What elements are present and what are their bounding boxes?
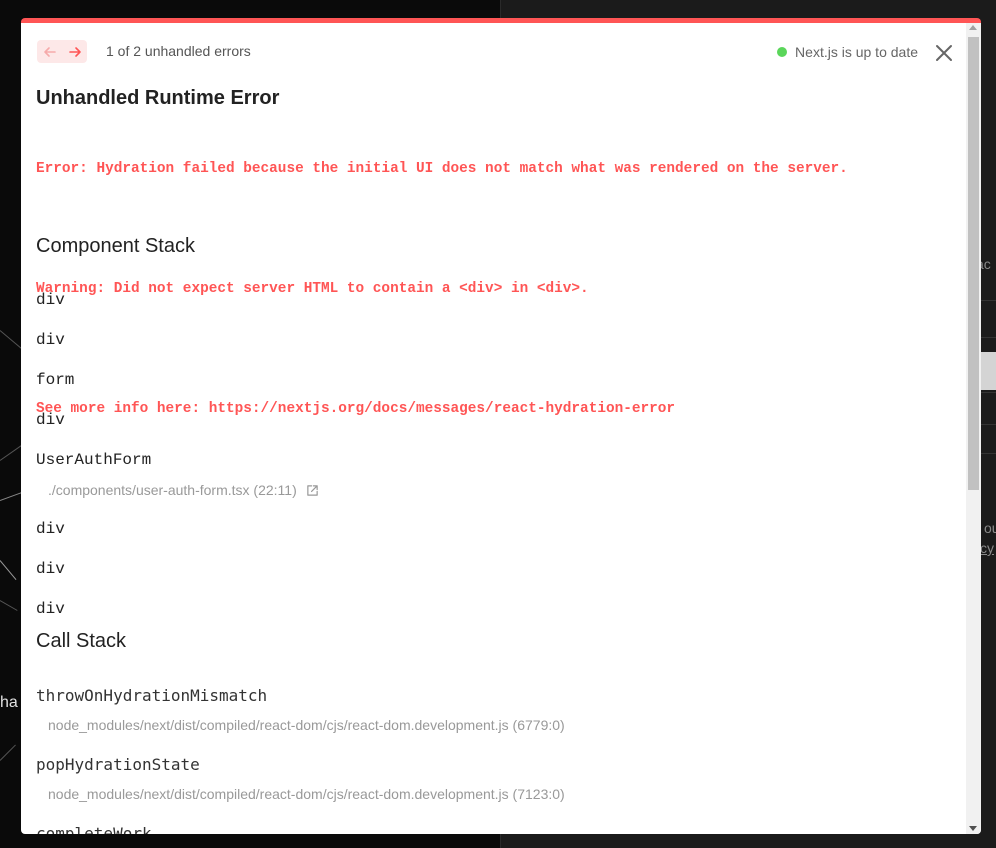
- call-stack-function: completeWork: [36, 824, 152, 834]
- component-source-location: ./components/user-auth-form.tsx (22:11): [48, 482, 297, 498]
- error-message-line: Error: Hydration failed because the init…: [36, 161, 848, 177]
- component-frame: form: [36, 371, 75, 389]
- background-decoration: [0, 744, 16, 761]
- external-link-icon[interactable]: [306, 484, 319, 497]
- component-frame: div: [36, 411, 65, 429]
- error-pagination: [37, 40, 87, 63]
- version-status: Next.js is up to date: [777, 44, 918, 60]
- component-frame: div: [36, 520, 65, 538]
- error-count-label: 1 of 2 unhandled errors: [106, 43, 251, 59]
- error-overlay-dialog: 1 of 2 unhandled errors Next.js is up to…: [21, 18, 981, 834]
- component-frame: div: [36, 291, 65, 309]
- component-frame: div: [36, 331, 65, 349]
- component-stack-heading: Component Stack: [36, 235, 195, 257]
- scroll-down-arrow-icon[interactable]: [969, 826, 977, 831]
- background-decoration: [0, 560, 17, 580]
- version-status-label: Next.js is up to date: [795, 44, 918, 60]
- call-stack-function: popHydrationState: [36, 755, 200, 774]
- error-title: Unhandled Runtime Error: [36, 87, 280, 109]
- component-frame: div: [36, 600, 65, 618]
- call-stack-function: throwOnHydrationMismatch: [36, 686, 268, 705]
- error-message: Error: Hydration failed because the init…: [36, 119, 848, 459]
- call-stack-location: node_modules/next/dist/compiled/react-do…: [48, 786, 565, 802]
- scroll-up-arrow-icon[interactable]: [969, 25, 977, 30]
- call-stack-heading: Call Stack: [36, 630, 127, 652]
- status-dot-icon: [777, 47, 788, 57]
- component-frame: UserAuthForm: [36, 451, 152, 469]
- error-overlay-content: 1 of 2 unhandled errors Next.js is up to…: [21, 23, 966, 834]
- component-source-link[interactable]: ./components/user-auth-form.tsx (22:11): [48, 482, 319, 498]
- previous-error-button[interactable]: [37, 40, 62, 63]
- close-icon: [936, 45, 952, 61]
- vertical-scrollbar[interactable]: [966, 23, 981, 834]
- error-message-line: Warning: Did not expect server HTML to c…: [36, 281, 589, 297]
- component-frame: div: [36, 560, 65, 578]
- close-button[interactable]: [932, 41, 956, 65]
- background-decoration: [0, 600, 18, 611]
- background-footer-link: cy: [980, 540, 994, 556]
- background-footer-text: ou: [984, 520, 996, 536]
- scrollbar-thumb[interactable]: [968, 37, 979, 490]
- background-quote-text: ha: [0, 694, 18, 711]
- error-message-line: See more info here: https://nextjs.org/d…: [36, 401, 676, 417]
- arrow-left-icon: [43, 46, 56, 57]
- arrow-right-icon: [68, 46, 81, 57]
- next-error-button[interactable]: [62, 40, 87, 63]
- call-stack-location: node_modules/next/dist/compiled/react-do…: [48, 717, 565, 733]
- error-message-spacer: [36, 339, 848, 359]
